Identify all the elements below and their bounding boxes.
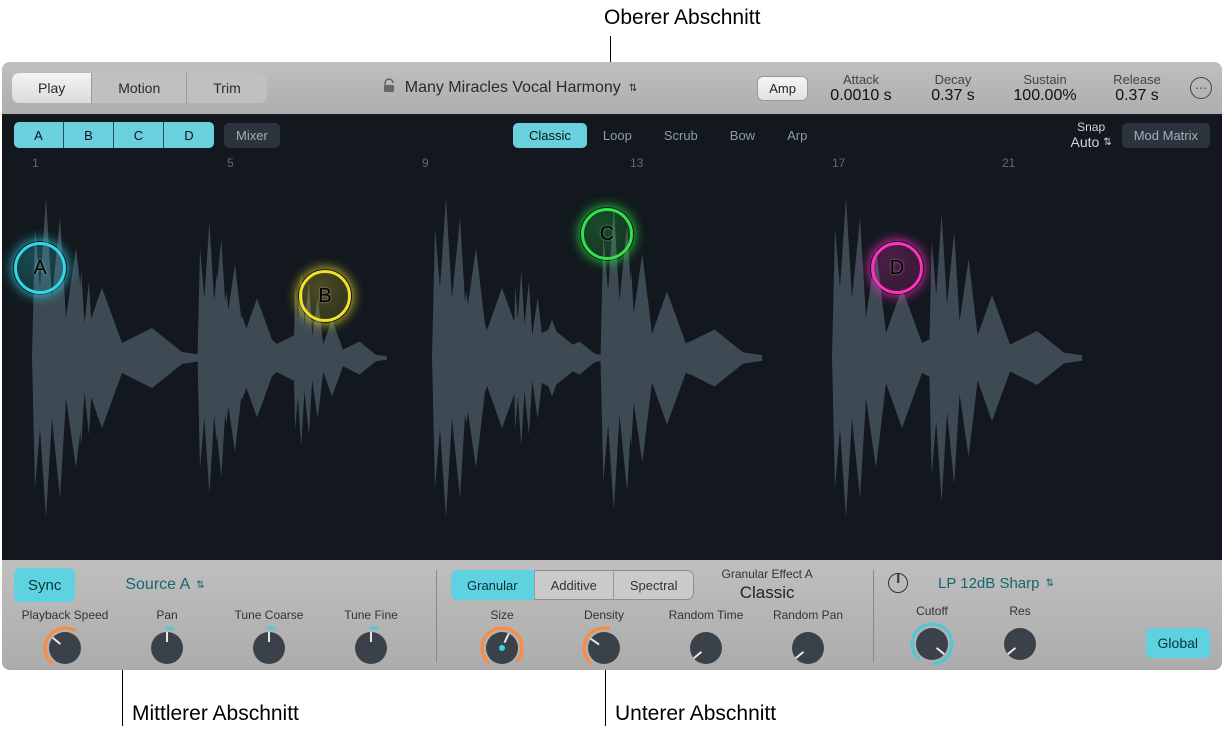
mod-matrix-button[interactable]: Mod Matrix [1122,123,1210,148]
decay-value: 0.37 s [931,87,975,105]
divider [873,570,874,662]
spectral-engine-button[interactable]: Spectral [614,570,694,600]
classic-mode-button[interactable]: Classic [513,123,587,148]
source-a-button[interactable]: A [14,122,64,148]
play-mode-button[interactable]: Play [12,73,92,103]
tune-coarse-knob[interactable]: Tune Coarse [218,608,320,670]
filter-mode-label: LP 12dB Sharp [938,575,1039,592]
random-time-knob[interactable]: Random Time [655,608,757,670]
chevron-updown-icon: ⇅ [1045,578,1053,589]
sync-button[interactable]: Sync [14,568,75,602]
filter-mode-dropdown[interactable]: LP 12dB Sharp ⇅ [938,568,1054,598]
attack-label: Attack [843,72,879,87]
attack-param[interactable]: Attack 0.0010 s [822,72,900,105]
playback-mode-row: Classic Loop Scrub Bow Arp [513,123,823,148]
lock-icon [381,78,397,99]
sampler-plugin-window: Play Motion Trim Many Miracles Vocal Har… [2,62,1222,670]
tune-fine-knob[interactable]: Tune Fine [320,608,422,670]
release-param[interactable]: Release 0.37 s [1098,72,1176,105]
ruler-tick: 5 [227,156,234,170]
random-pan-knob[interactable]: Random Pan [757,608,859,670]
waveform-toolbar: A B C D Mixer Classic Loop Scrub Bow Arp… [2,114,1222,156]
bow-mode-button[interactable]: Bow [714,123,771,148]
waveform-display[interactable]: 1 5 9 13 17 21 A B C D [2,156,1222,560]
knob-label: Cutoff [916,604,948,618]
global-button[interactable]: Global [1146,628,1210,658]
source-dropdown-label: Source A [125,576,190,594]
mixer-button[interactable]: Mixer [224,123,280,148]
divider [436,570,437,662]
playhead-marker-c[interactable]: C [581,208,633,260]
granular-engine-button[interactable]: Granular [451,570,535,600]
snap-selector[interactable]: Snap Auto⇅ [1071,120,1112,150]
density-knob[interactable]: Density [553,608,655,670]
snap-value: Auto [1071,134,1100,150]
more-menu-button[interactable]: ⋯ [1190,77,1212,99]
size-knob[interactable]: Size [451,608,553,670]
knob-label: Size [490,608,513,622]
knob-label: Random Pan [773,608,843,622]
source-d-button[interactable]: D [164,122,214,148]
top-toolbar: Play Motion Trim Many Miracles Vocal Har… [2,62,1222,114]
granular-effect-display[interactable]: Granular Effect A Classic [722,567,813,603]
preset-name: Many Miracles Vocal Harmony [405,79,621,97]
snap-label: Snap [1077,120,1105,134]
effect-value: Classic [740,583,795,603]
waveform-section: A B C D Mixer Classic Loop Scrub Bow Arp… [2,114,1222,560]
release-value: 0.37 s [1115,87,1159,105]
arp-mode-button[interactable]: Arp [771,123,823,148]
pan-knob[interactable]: Pan [116,608,218,670]
playback-speed-knob[interactable]: Playback Speed [14,608,116,670]
sustain-label: Sustain [1023,72,1066,87]
preset-selector[interactable]: Many Miracles Vocal Harmony ⇅ [381,78,637,99]
additive-engine-button[interactable]: Additive [535,570,614,600]
bottom-panel: Sync Source A ⇅ Playback Speed Pan Tune … [2,560,1222,670]
annotation-line-top [610,36,611,62]
knob-label: Random Time [669,608,744,622]
chevron-updown-icon: ⇅ [196,580,204,591]
source-selector-seg: A B C D [14,122,214,148]
annotation-middle: Mittlerer Abschnitt [132,702,299,726]
cutoff-knob[interactable]: Cutoff [888,604,976,666]
chevron-updown-icon: ⇅ [1103,137,1111,148]
engine-segmented-control: Granular Additive Spectral [451,570,694,600]
knob-label: Tune Fine [344,608,398,622]
ruler-tick: 1 [32,156,39,170]
playhead-marker-b[interactable]: B [299,270,351,322]
decay-label: Decay [935,72,972,87]
playhead-marker-d[interactable]: D [871,242,923,294]
scrub-mode-button[interactable]: Scrub [648,123,714,148]
knob-label: Pan [156,608,177,622]
amp-button[interactable]: Amp [757,76,808,101]
knob-label: Density [584,608,624,622]
ruler-tick: 9 [422,156,429,170]
ruler-tick: 13 [630,156,643,170]
release-label: Release [1113,72,1161,87]
source-c-button[interactable]: C [114,122,164,148]
annotation-line-bottom [605,670,606,726]
chevron-updown-icon: ⇅ [629,83,637,94]
knob-label: Tune Coarse [235,608,304,622]
sustain-param[interactable]: Sustain 100.00% [1006,72,1084,105]
source-b-button[interactable]: B [64,122,114,148]
ruler-tick: 21 [1002,156,1015,170]
annotation-bottom: Unterer Abschnitt [615,702,776,726]
source-dropdown[interactable]: Source A ⇅ [125,568,204,602]
playhead-marker-a[interactable]: A [14,242,66,294]
mode-segmented-control: Play Motion Trim [12,73,267,103]
ruler-tick: 17 [832,156,845,170]
effect-title: Granular Effect A [722,567,813,581]
decay-param[interactable]: Decay 0.37 s [914,72,992,105]
motion-mode-button[interactable]: Motion [92,73,187,103]
knob-label: Playback Speed [22,608,109,622]
sustain-value: 100.00% [1013,87,1076,105]
annotation-top: Oberer Abschnitt [604,6,760,30]
attack-value: 0.0010 s [830,87,891,105]
res-knob[interactable]: Res [976,604,1064,666]
filter-power-button[interactable] [888,573,908,593]
trim-mode-button[interactable]: Trim [187,73,266,103]
loop-mode-button[interactable]: Loop [587,123,648,148]
knob-label: Res [1009,604,1030,618]
